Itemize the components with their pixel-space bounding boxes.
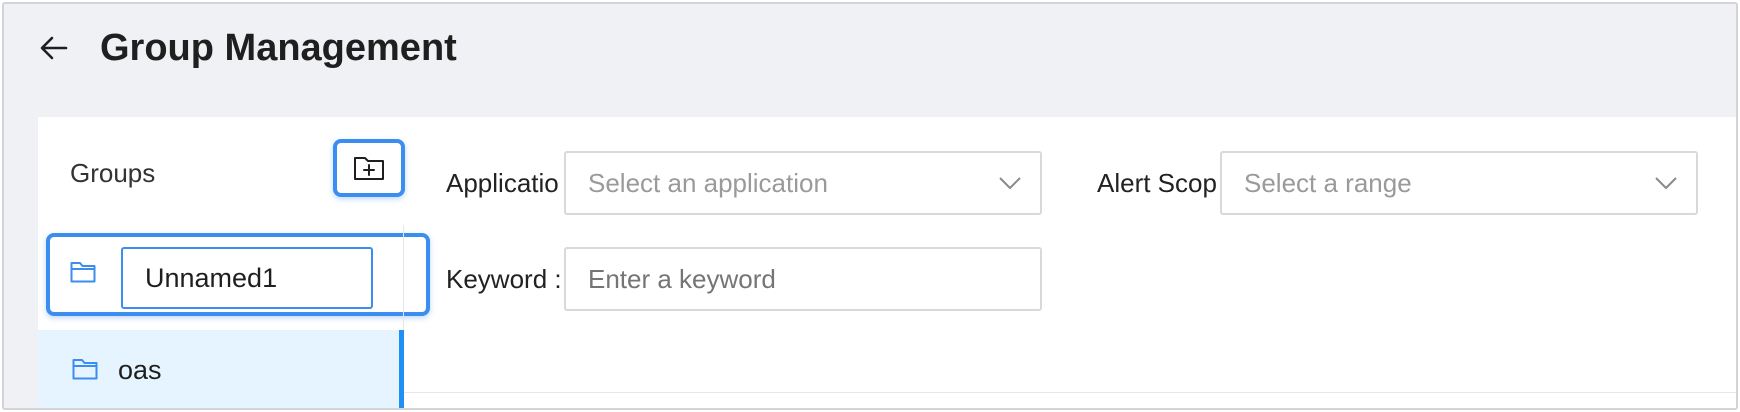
page-header: Group Management (4, 4, 1736, 114)
application-placeholder: Select an application (588, 167, 828, 198)
application-label: Applicatio (446, 168, 559, 198)
alert-scope-select[interactable]: Select a range (1220, 151, 1698, 215)
alert-scope-placeholder: Select a range (1244, 167, 1412, 198)
application-select[interactable]: Select an application (564, 151, 1042, 215)
keyword-input[interactable] (564, 247, 1042, 311)
sidebar-item-oas[interactable]: oas (38, 330, 404, 408)
arrow-left-icon[interactable] (38, 32, 70, 64)
filter-form: Applicatio Select an application Alert S… (404, 117, 1736, 408)
add-group-button[interactable] (333, 139, 405, 197)
filter-divider (404, 392, 1736, 393)
alert-scope-label: Alert Scop (1097, 168, 1217, 198)
content-panel: Groups oas (38, 117, 1736, 408)
groups-sidebar: Groups oas (38, 117, 430, 408)
folder-plus-icon (354, 157, 384, 180)
chevron-down-icon (1655, 177, 1677, 189)
page-title: Group Management (100, 27, 457, 69)
group-name-input[interactable] (121, 247, 373, 309)
app-window: Group Management Groups Unnamed1 oas App… (2, 2, 1738, 410)
new-group-row (46, 233, 430, 316)
groups-title: Groups (70, 158, 156, 188)
folder-icon (72, 359, 98, 380)
keyword-label: Keyword : (446, 264, 562, 294)
sidebar-item-label: oas (118, 355, 162, 385)
folder-icon (70, 262, 96, 283)
chevron-down-icon (999, 177, 1021, 189)
